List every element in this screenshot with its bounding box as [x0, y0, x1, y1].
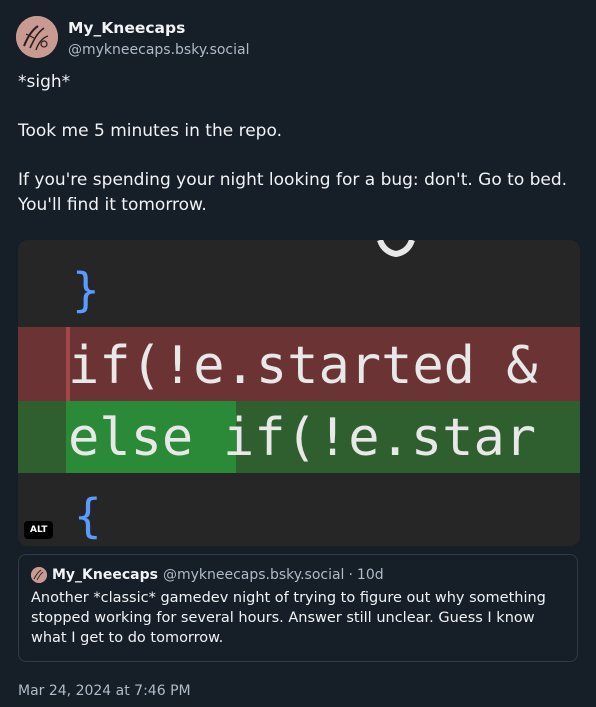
author-avatar[interactable] — [16, 16, 58, 58]
code-added-rest: if(!e.star — [223, 408, 536, 468]
quoted-post[interactable]: My_Kneecaps @mykneecaps.bsky.social · 10… — [18, 554, 578, 662]
quoted-author-avatar — [31, 567, 47, 583]
code-diff-image: } if(!e.started & else if(!e.star { — [18, 240, 580, 546]
post-timestamp: Mar 24, 2024 at 7:46 PM — [18, 683, 191, 699]
code-added-keyword: else — [68, 408, 193, 468]
quoted-author-handle: @mykneecaps.bsky.social — [162, 567, 345, 583]
alt-badge[interactable]: ALT — [24, 521, 54, 539]
quoted-author-name: My_Kneecaps — [52, 567, 158, 583]
quoted-post-header: My_Kneecaps @mykneecaps.bsky.social · 10… — [31, 566, 565, 584]
sketch-avatar-icon — [16, 16, 58, 58]
quoted-post-age: 10d — [356, 567, 384, 583]
post-paragraph: *sigh* — [18, 72, 71, 92]
code-brace-close: } — [72, 263, 100, 317]
quoted-post-text: Another *classic* gamedev night of tryin… — [31, 590, 546, 646]
author-info: My_Kneecaps @mykneecaps.bsky.social — [68, 18, 249, 60]
post-image[interactable]: } if(!e.started & else if(!e.star { — [18, 240, 580, 546]
author-handle[interactable]: @mykneecaps.bsky.social — [68, 40, 249, 60]
separator-dot: · — [348, 567, 353, 583]
post-card[interactable]: My_Kneecaps @mykneecaps.bsky.social *sig… — [0, 0, 596, 707]
sketch-avatar-icon — [31, 567, 47, 583]
post-text: *sigh* Took me 5 minutes in the repo. If… — [18, 70, 578, 217]
post-paragraph: If you're spending your night looking fo… — [18, 170, 568, 215]
code-removed-line: if(!e.started & — [68, 336, 538, 396]
author-display-name[interactable]: My_Kneecaps — [68, 18, 249, 38]
post-paragraph: Took me 5 minutes in the repo. — [18, 121, 282, 141]
code-brace-open: { — [74, 489, 102, 543]
